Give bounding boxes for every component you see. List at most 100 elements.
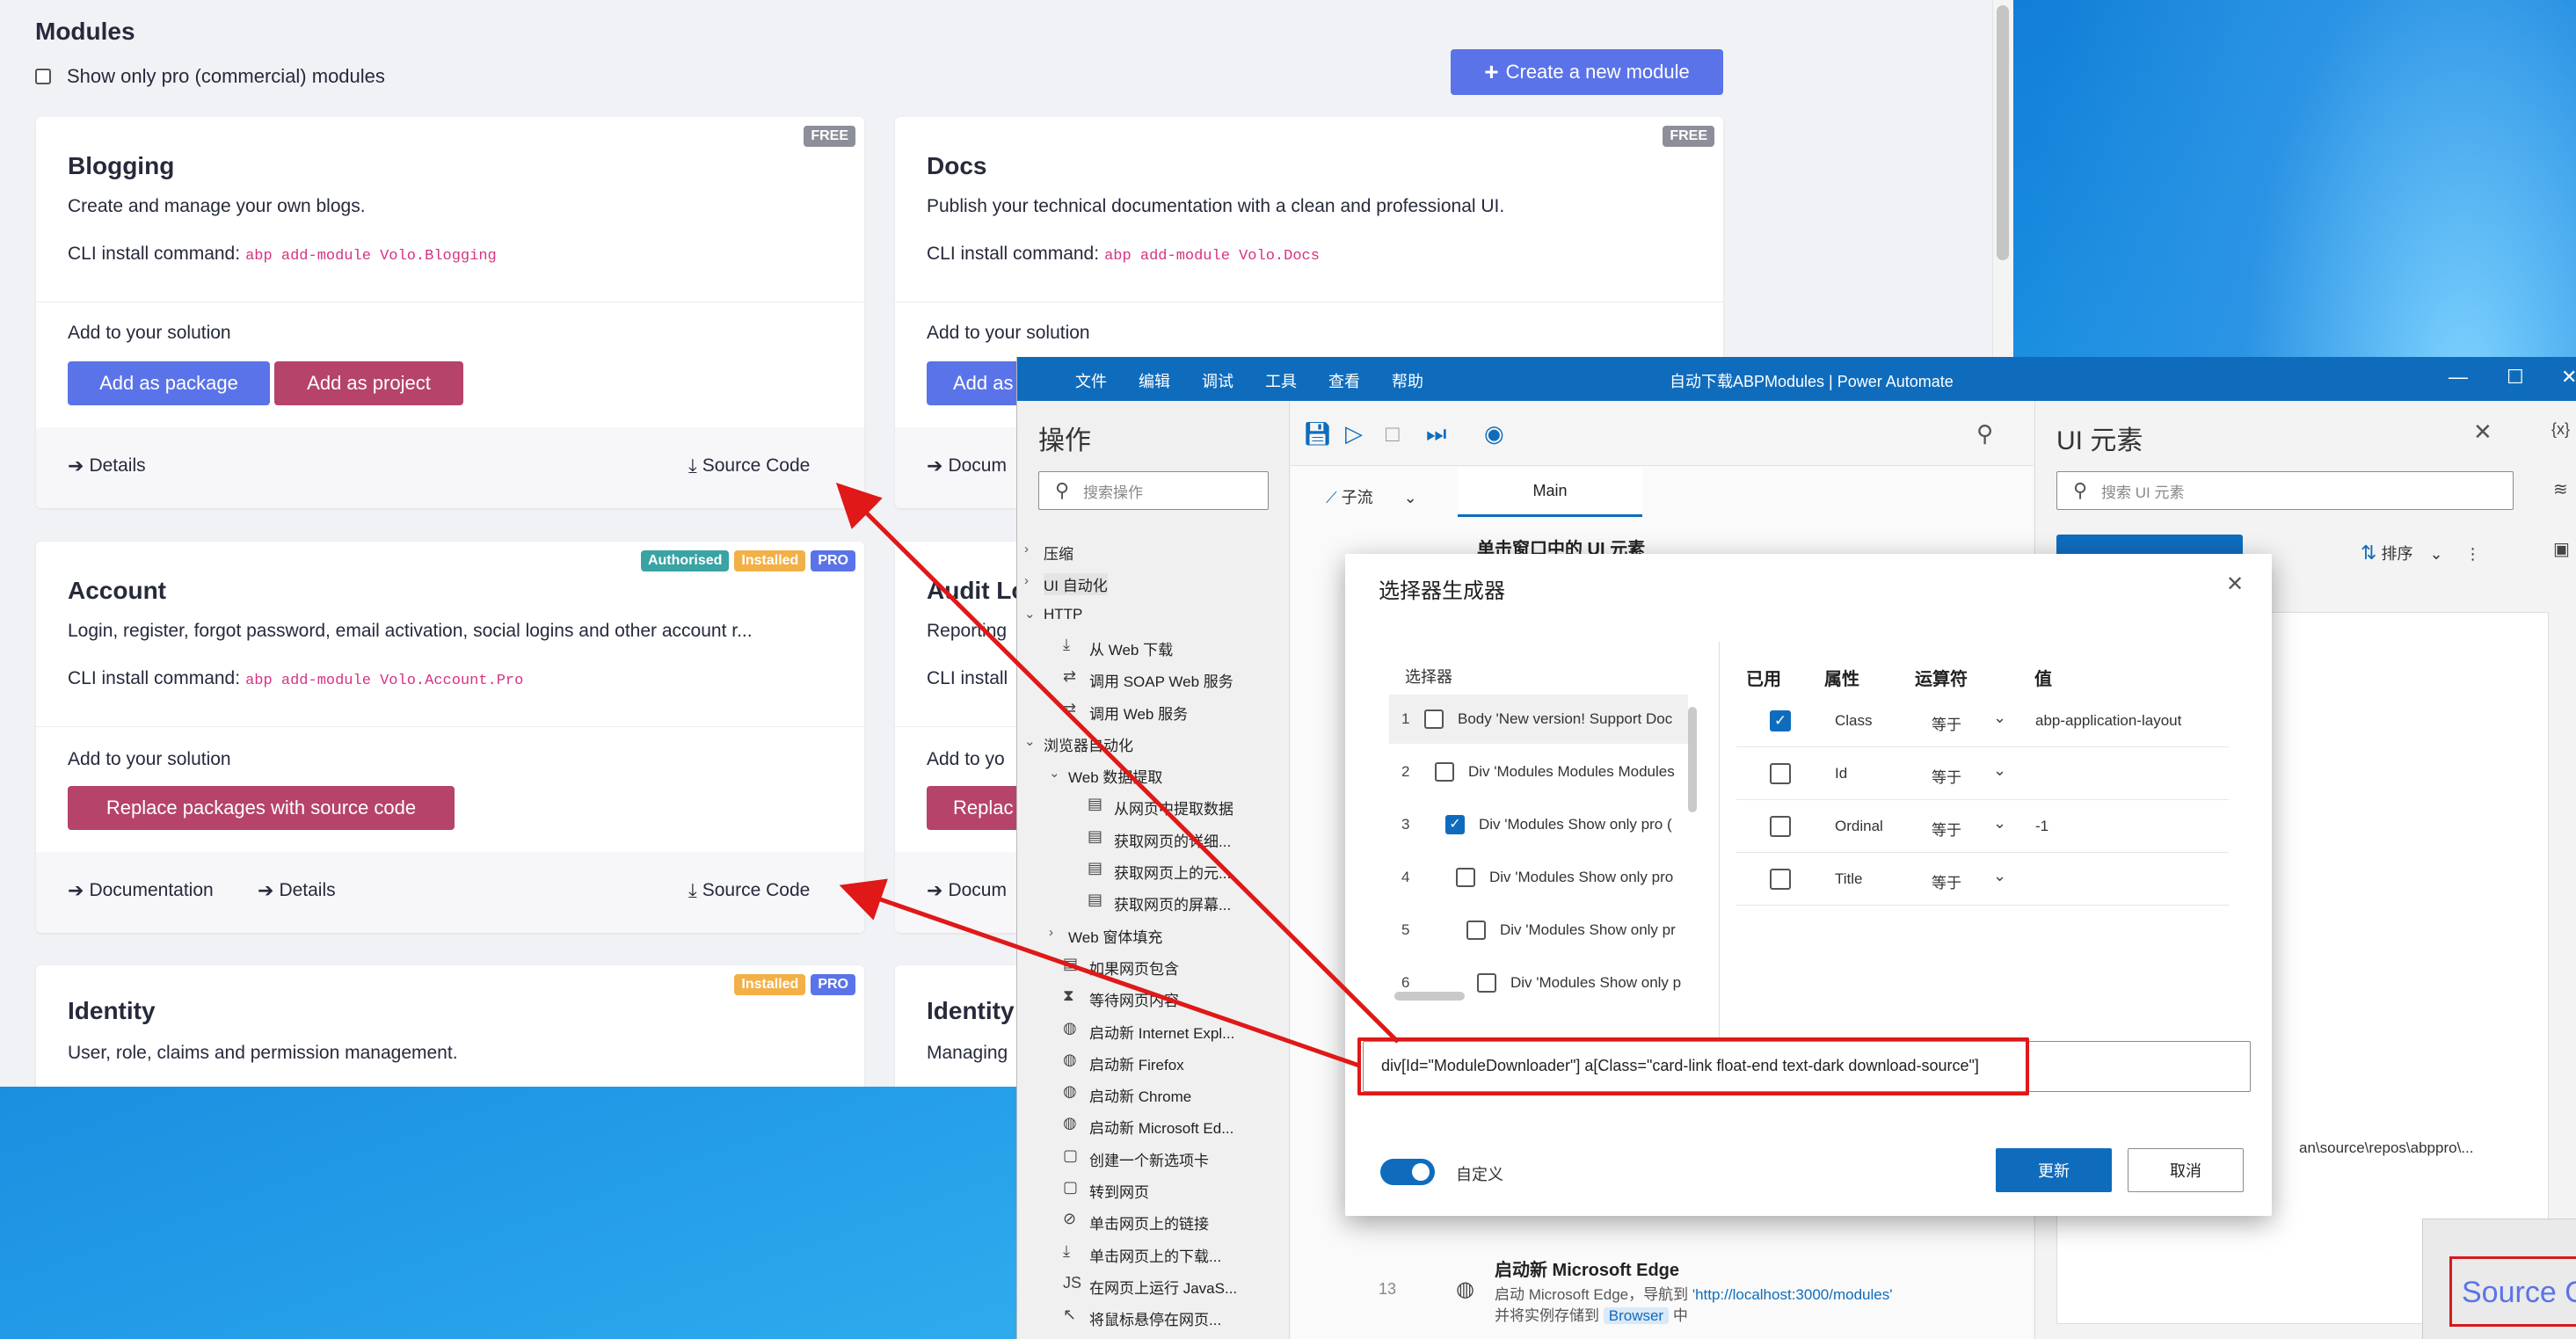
sort-dropdown[interactable]: ⇅ 排序 ⌄ ⋮ — [2361, 542, 2481, 564]
maximize-icon[interactable]: ☐ — [2507, 366, 2524, 389]
chevron-right-icon[interactable]: › — [1024, 542, 1029, 557]
selector-checkbox[interactable]: ✓ — [1445, 815, 1465, 834]
operator-dropdown[interactable]: 等于 — [1932, 870, 1961, 892]
save-icon[interactable]: 💾︎ — [1303, 420, 1332, 448]
pro-filter-checkbox[interactable] — [35, 69, 51, 84]
image-icon[interactable]: ▣ — [2553, 538, 2570, 560]
attribute-checkbox[interactable] — [1770, 763, 1791, 784]
pro-filter[interactable]: Show only pro (commercial) modules — [35, 65, 385, 88]
operator-dropdown[interactable]: 等于 — [1932, 712, 1961, 734]
tree-item[interactable]: ↖ 将鼠标悬停在网页... — [1063, 1306, 1221, 1329]
tree-item[interactable]: JS 在网页上运行 JavaS... — [1063, 1274, 1237, 1298]
operator-dropdown[interactable]: 等于 — [1932, 765, 1961, 787]
operator-dropdown[interactable]: 等于 — [1932, 818, 1961, 840]
close-icon[interactable]: ✕ — [2226, 571, 2244, 597]
source-code-link[interactable]: ⤓ Source Code — [688, 880, 810, 901]
chevron-down-icon[interactable]: ⌄ — [1993, 761, 2006, 780]
tree-item[interactable]: ▤ 如果网页包含 — [1063, 955, 1179, 979]
menu-view[interactable]: 查看 — [1328, 369, 1360, 392]
details-link[interactable]: ➔ Details — [68, 455, 146, 477]
attribute-checkbox[interactable] — [1770, 869, 1791, 890]
step-title[interactable]: 启动新 Microsoft Edge — [1495, 1255, 1679, 1281]
documentation-link[interactable]: ➔ Docum — [927, 880, 1007, 901]
add-as-package-button[interactable]: Add as package — [68, 361, 270, 405]
tree-item[interactable]: ◍ 启动新 Firefox — [1063, 1051, 1184, 1074]
tree-item[interactable]: › UI 自动化 — [1024, 573, 1108, 596]
tree-item[interactable]: ⊘ 单击网页上的链接 — [1063, 1210, 1209, 1233]
variables-icon[interactable]: {x} — [2551, 420, 2570, 439]
selector-checkbox[interactable] — [1477, 973, 1496, 993]
ui-search-input[interactable]: ⚲ 搜索 UI 元素 — [2056, 471, 2514, 510]
source-code-link[interactable]: ⤓ Source Code — [688, 455, 810, 477]
tree-item[interactable]: ⌄ Web 数据提取 — [1049, 765, 1162, 787]
next-step-icon[interactable]: ⏭︎ — [1426, 420, 1446, 448]
tree-item[interactable]: ⤓ 从 Web 下载 — [1063, 636, 1173, 659]
tree-item[interactable]: ◍ 启动新 Microsoft Ed... — [1063, 1114, 1233, 1138]
tree-item[interactable]: ▤ 获取网页的详细... — [1088, 827, 1231, 851]
layers-icon[interactable]: ≋ — [2553, 478, 2568, 500]
attribute-value[interactable]: -1 — [2035, 818, 2048, 835]
chevron-down-icon[interactable]: ⌄ — [1024, 606, 1036, 622]
chevron-right-icon[interactable]: › — [1049, 925, 1053, 940]
selector-checkbox[interactable] — [1466, 921, 1486, 940]
menu-edit[interactable]: 编辑 — [1139, 369, 1170, 392]
cancel-button[interactable]: 取消 — [2128, 1148, 2244, 1192]
selector-checkbox[interactable] — [1435, 762, 1454, 782]
chevron-down-icon[interactable]: ⌄ — [1993, 709, 2006, 727]
selector-row[interactable]: 3 ✓ Div 'Modules Show only pro ( — [1389, 800, 1688, 849]
selector-row[interactable]: 5 Div 'Modules Show only pr — [1389, 906, 1688, 955]
tree-item[interactable]: ⇄ 调用 Web 服务 — [1063, 700, 1188, 724]
tree-item[interactable]: ◍ 启动新 Chrome — [1063, 1082, 1191, 1106]
tree-item[interactable]: ▢ 转到网页 — [1063, 1178, 1149, 1202]
run-icon[interactable]: ▷ — [1345, 420, 1363, 448]
chevron-down-icon[interactable]: ⌄ — [1049, 765, 1060, 781]
menu-debug[interactable]: 调试 — [1202, 369, 1233, 392]
minimize-icon[interactable]: — — [2449, 366, 2468, 389]
tab-main[interactable]: Main — [1458, 468, 1642, 517]
attribute-value[interactable]: abp-application-layout — [2035, 712, 2181, 730]
selector-row[interactable]: 4 Div 'Modules Show only pro — [1389, 853, 1688, 902]
details-link[interactable]: ➔ Details — [258, 880, 336, 901]
documentation-link[interactable]: ➔ Documentation — [68, 880, 214, 901]
chevron-down-icon[interactable]: ⌄ — [1024, 733, 1036, 749]
selector-row[interactable]: 1 Body 'New version! Support Doc — [1389, 695, 1688, 744]
create-module-button[interactable]: + Create a new module — [1451, 49, 1723, 95]
add-as-project-button[interactable]: Add as project — [274, 361, 463, 405]
tree-item[interactable]: ◍ 启动新 Internet Expl... — [1063, 1019, 1234, 1043]
actions-search-input[interactable]: ⚲ 搜索操作 — [1038, 471, 1269, 510]
replace-packages-button[interactable]: Replace packages with source code — [68, 786, 455, 830]
subflow-dropdown[interactable]: ⟋ 子流 ⌄ — [1326, 485, 1417, 508]
tree-item[interactable]: › Web 窗体填充 — [1049, 925, 1162, 947]
menu-tools[interactable]: 工具 — [1265, 369, 1297, 392]
chevron-right-icon[interactable]: › — [1024, 573, 1029, 588]
tree-item[interactable]: ▤ 获取网页的屏幕... — [1088, 891, 1231, 914]
menu-file[interactable]: 文件 — [1075, 369, 1107, 392]
tree-item[interactable]: ⌄ HTTP — [1024, 606, 1082, 623]
tree-item[interactable]: ⤓ 单击网页上的下载... — [1063, 1242, 1221, 1266]
selector-checkbox[interactable] — [1456, 868, 1475, 887]
attribute-checkbox[interactable] — [1770, 816, 1791, 837]
documentation-link[interactable]: ➔ Docum — [927, 455, 1007, 477]
more-icon[interactable]: ⋮ — [2465, 545, 2481, 563]
tree-item[interactable]: ▢ 创建一个新选项卡 — [1063, 1146, 1209, 1170]
tree-item[interactable]: › 压缩 — [1024, 542, 1073, 564]
tree-item[interactable]: ▤ 从网页中提取数据 — [1088, 795, 1233, 819]
close-icon[interactable]: ✕ — [2561, 366, 2576, 389]
close-icon[interactable]: ✕ — [2473, 418, 2492, 446]
chevron-down-icon[interactable]: ⌄ — [1993, 814, 2006, 833]
tree-item[interactable]: ▤ 获取网页上的元... — [1088, 859, 1231, 883]
stop-icon[interactable]: □ — [1386, 420, 1400, 448]
attribute-checkbox[interactable]: ✓ — [1770, 710, 1791, 731]
update-button[interactable]: 更新 — [1996, 1148, 2112, 1192]
tree-item[interactable]: ⇄ 调用 SOAP Web 服务 — [1063, 667, 1233, 691]
selector-hscrollbar[interactable] — [1394, 992, 1465, 1001]
selector-row[interactable]: 2 Div 'Modules Modules Modules — [1389, 747, 1688, 797]
scrollbar-thumb[interactable] — [1997, 5, 2009, 260]
menu-help[interactable]: 帮助 — [1392, 369, 1423, 392]
search-icon[interactable]: ⚲ — [1976, 420, 1993, 448]
chevron-down-icon[interactable]: ⌄ — [1993, 867, 2006, 885]
record-icon[interactable]: ◉ — [1484, 420, 1504, 448]
selector-scrollbar[interactable] — [1688, 707, 1697, 812]
selector-checkbox[interactable] — [1424, 710, 1444, 729]
tree-item[interactable]: ⧗ 等待网页内容 — [1063, 986, 1179, 1010]
